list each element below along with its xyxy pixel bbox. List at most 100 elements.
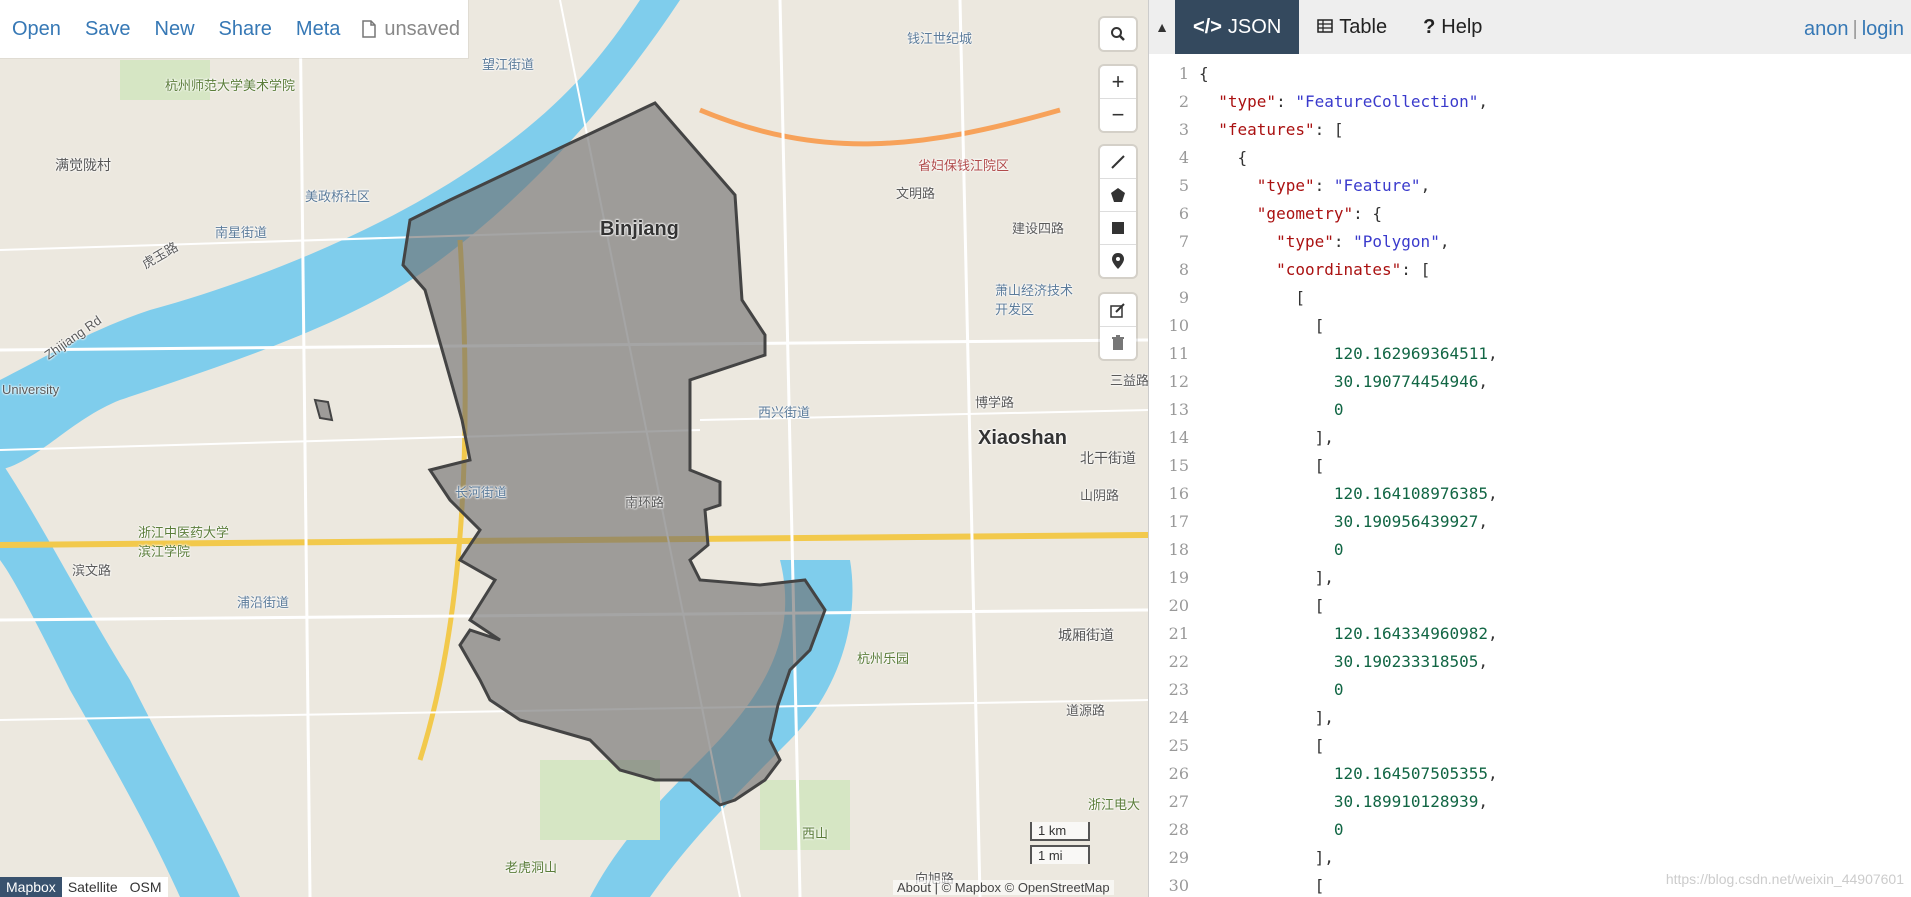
menu-new[interactable]: New	[143, 0, 207, 58]
code-text: 0	[1199, 816, 1344, 844]
code-line[interactable]: 28 0	[1149, 816, 1911, 844]
code-line[interactable]: 6 "geometry": {	[1149, 200, 1911, 228]
code-line[interactable]: 5 "type": "Feature",	[1149, 172, 1911, 200]
code-text: 120.162969364511,	[1199, 340, 1498, 368]
code-text: [	[1199, 872, 1325, 897]
code-token: ,	[1478, 372, 1488, 391]
menu-meta[interactable]: Meta	[284, 0, 352, 58]
map-label-chengxiang: 城厢街道	[1058, 627, 1114, 643]
code-token: ],	[1199, 428, 1334, 447]
map-label-zhongyi: 浙江中医药大学滨江学院	[138, 525, 230, 559]
document-icon	[362, 20, 377, 38]
draw-rectangle-button[interactable]	[1100, 212, 1136, 245]
code-token: [	[1199, 456, 1325, 475]
menu-share[interactable]: Share	[207, 0, 284, 58]
code-line[interactable]: 19 ],	[1149, 564, 1911, 592]
map-label-meizheng: 美政桥社区	[305, 189, 371, 204]
code-line[interactable]: 18 0	[1149, 536, 1911, 564]
code-token: "Polygon"	[1353, 232, 1440, 251]
code-line[interactable]: 4 {	[1149, 144, 1911, 172]
draw-line-button[interactable]	[1100, 146, 1136, 179]
zoom-in-button[interactable]: +	[1100, 66, 1136, 99]
map-label-binwen: 滨文路	[72, 563, 112, 578]
map-canvas[interactable]: Binjiang Xiaoshan University Zhijiang Rd…	[0, 0, 1148, 897]
map-label-xiangshanzhongxin: 浙江电大	[1088, 797, 1141, 812]
layer-satellite[interactable]: Satellite	[61, 877, 124, 897]
search-button[interactable]	[1100, 18, 1136, 50]
trash-icon	[1112, 335, 1124, 350]
code-token: 0	[1333, 680, 1344, 699]
code-line[interactable]: 29 ],	[1149, 844, 1911, 872]
draw-polygon-button[interactable]	[1100, 179, 1136, 212]
login-link[interactable]: login	[1862, 18, 1904, 40]
code-line[interactable]: 15 [	[1149, 452, 1911, 480]
code-line[interactable]: 10 [	[1149, 312, 1911, 340]
code-text: 120.164507505355,	[1199, 760, 1498, 788]
zoom-out-button[interactable]: −	[1100, 99, 1136, 131]
code-line[interactable]: 11 120.162969364511,	[1149, 340, 1911, 368]
draw-marker-button[interactable]	[1100, 245, 1136, 277]
layer-mapbox[interactable]: Mapbox	[0, 877, 62, 897]
line-number: 29	[1168, 848, 1189, 867]
code-line[interactable]: 1{	[1149, 60, 1911, 88]
code-line[interactable]: 23 0	[1149, 676, 1911, 704]
code-line[interactable]: 21 120.164334960982,	[1149, 620, 1911, 648]
code-line[interactable]: 26 120.164507505355,	[1149, 760, 1911, 788]
code-token: :	[1314, 176, 1334, 195]
code-line[interactable]: 16 120.164108976385,	[1149, 480, 1911, 508]
code-token: ,	[1487, 484, 1498, 503]
search-control	[1100, 18, 1136, 50]
edit-layers-button[interactable]	[1100, 294, 1136, 327]
code-token: ,	[1478, 792, 1488, 811]
line-number: 1	[1178, 64, 1189, 83]
code-line[interactable]: 20 [	[1149, 592, 1911, 620]
tab-json[interactable]: </> JSON	[1175, 0, 1300, 54]
map-attribution[interactable]: About | © Mapbox © OpenStreetMap	[893, 880, 1114, 895]
code-token: "type"	[1256, 176, 1315, 195]
tab-help[interactable]: ? Help	[1405, 0, 1500, 54]
code-token: 30.190774454946	[1333, 372, 1479, 391]
collapse-pane-button[interactable]: ▲	[1149, 0, 1175, 54]
map-label-fuyou: 省妇保钱江院区	[918, 158, 1010, 173]
code-line[interactable]: 3 "features": [	[1149, 116, 1911, 144]
code-token: "type"	[1276, 232, 1334, 251]
code-text: ],	[1199, 844, 1334, 872]
code-line[interactable]: 24 ],	[1149, 704, 1911, 732]
tab-table[interactable]: Table	[1299, 0, 1405, 54]
code-line[interactable]: 14 ],	[1149, 424, 1911, 452]
map-label-sanjiang: 三益路	[1110, 373, 1148, 388]
code-token: "FeatureCollection"	[1295, 92, 1479, 111]
json-editor[interactable]: 1{2 "type": "FeatureCollection", 3 "featu…	[1149, 60, 1911, 897]
delete-layers-button[interactable]	[1100, 327, 1136, 359]
code-line[interactable]: 17 30.190956439927,	[1149, 508, 1911, 536]
code-line[interactable]: 22 30.190233318505,	[1149, 648, 1911, 676]
code-line[interactable]: 9 [	[1149, 284, 1911, 312]
code-line[interactable]: 27 30.189910128939,	[1149, 788, 1911, 816]
layer-osm[interactable]: OSM	[123, 877, 168, 897]
code-text: "type": "FeatureCollection",	[1199, 88, 1488, 116]
editor-pane: ▲ </> JSON Table ? Help anon | login 1{2 "…	[1148, 0, 1911, 897]
code-line[interactable]: 7 "type": "Polygon",	[1149, 228, 1911, 256]
map-label-xigan: 山阴路	[1080, 488, 1120, 503]
code-line[interactable]: 13 0	[1149, 396, 1911, 424]
code-token: [	[1199, 288, 1305, 307]
menu-save[interactable]: Save	[73, 0, 143, 58]
marker-icon	[1112, 253, 1124, 269]
code-token: ,	[1487, 344, 1498, 363]
code-line[interactable]: 12 30.190774454946,	[1149, 368, 1911, 396]
code-line[interactable]: 8 "coordinates": [	[1149, 256, 1911, 284]
menu-open[interactable]: Open	[0, 0, 73, 58]
code-line[interactable]: 25 [	[1149, 732, 1911, 760]
line-number: 9	[1178, 288, 1189, 307]
line-number: 26	[1168, 764, 1189, 783]
code-line[interactable]: 2 "type": "FeatureCollection",	[1149, 88, 1911, 116]
anon-link[interactable]: anon	[1804, 18, 1849, 40]
caret-up-icon: ▲	[1155, 19, 1169, 35]
